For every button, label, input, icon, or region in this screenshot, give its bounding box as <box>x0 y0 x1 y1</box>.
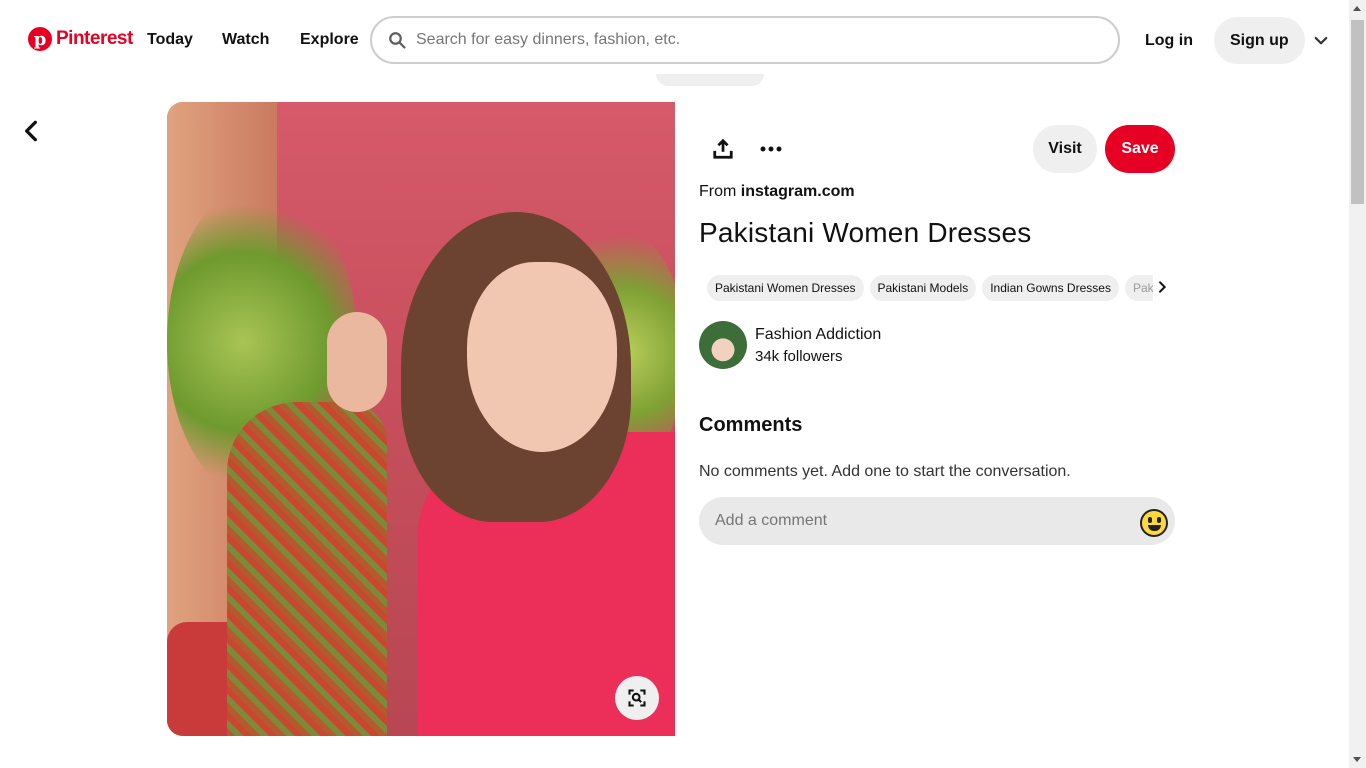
share-icon <box>713 138 733 159</box>
visual-search-button[interactable] <box>615 676 659 720</box>
scroll-down-arrow-icon[interactable] <box>1353 757 1361 762</box>
save-button[interactable]: Save <box>1105 125 1175 173</box>
signup-button[interactable]: Sign up <box>1214 17 1305 64</box>
comments-heading: Comments <box>699 414 803 436</box>
pin-title: Pakistani Women Dresses <box>699 217 1032 248</box>
scroll-up-arrow-icon[interactable] <box>1353 6 1361 11</box>
login-button[interactable]: Log in <box>1132 18 1206 64</box>
hand <box>327 312 387 412</box>
chevron-right-icon[interactable] <box>1154 279 1170 295</box>
tag-chips: Pakistani Women Dresses Pakistani Models… <box>707 275 1153 301</box>
face <box>467 262 617 452</box>
tag-chip[interactable]: Pakis <box>1124 275 1153 301</box>
pin-source: From instagram.com <box>699 183 855 201</box>
tag-chip[interactable]: Pakistani Models <box>869 275 977 301</box>
share-button[interactable] <box>699 125 747 173</box>
nav-today[interactable]: Today <box>147 31 193 49</box>
pinterest-logo-icon: p <box>28 27 52 51</box>
nav-explore[interactable]: Explore <box>300 31 359 49</box>
nav-watch[interactable]: Watch <box>222 31 269 49</box>
visit-button[interactable]: Visit <box>1033 125 1097 173</box>
ellipsis-icon <box>760 146 782 152</box>
visual-search-icon <box>628 689 646 707</box>
emoji-icon[interactable] <box>1140 509 1168 537</box>
follower-count: 34k followers <box>755 348 843 365</box>
hidden-chip <box>656 74 764 86</box>
pin-image[interactable] <box>167 102 675 736</box>
comment-box[interactable] <box>699 497 1175 545</box>
scrollbar[interactable] <box>1349 0 1366 768</box>
empty-comments-text: No comments yet. Add one to start the co… <box>699 463 1071 480</box>
top-navigation: p Pinterest Today Watch Explore Log in S… <box>0 0 1349 82</box>
more-options-button[interactable] <box>747 125 795 173</box>
back-arrow-icon[interactable] <box>18 118 44 144</box>
avatar[interactable] <box>699 321 747 369</box>
chevron-down-icon[interactable] <box>1312 32 1330 50</box>
brand-name: Pinterest <box>56 28 133 49</box>
comment-input[interactable] <box>715 512 1115 530</box>
creator-name[interactable]: Fashion Addiction <box>755 326 881 344</box>
search-icon <box>389 32 406 49</box>
tag-chip[interactable]: Pakistani Women Dresses <box>707 275 864 301</box>
scrollbar-thumb[interactable] <box>1351 20 1364 204</box>
source-link[interactable]: instagram.com <box>741 183 855 200</box>
search-bar[interactable] <box>370 16 1120 64</box>
source-prefix: From <box>699 183 737 200</box>
search-input[interactable] <box>416 31 1066 49</box>
pinterest-logo[interactable]: p Pinterest <box>28 27 133 51</box>
tag-chip[interactable]: Indian Gowns Dresses <box>982 275 1119 301</box>
shawl <box>227 402 387 736</box>
